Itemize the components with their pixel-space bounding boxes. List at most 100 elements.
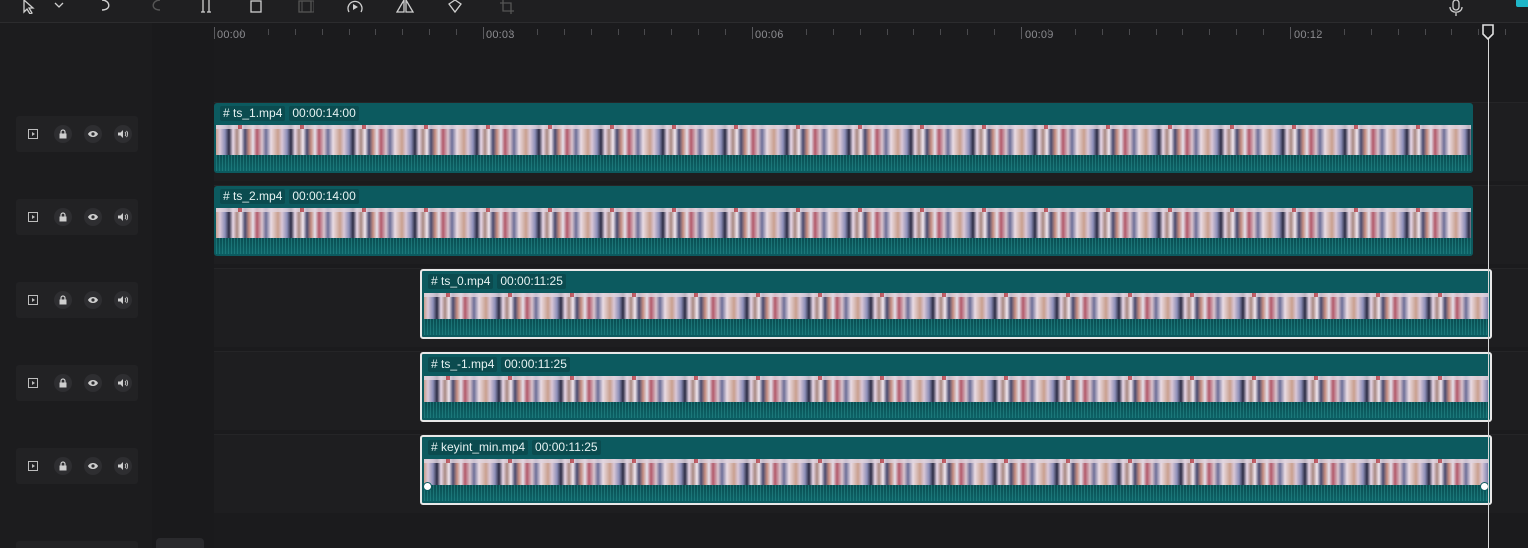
- ruler-tick: [564, 29, 565, 35]
- clip-audio-waveform: [216, 155, 1471, 171]
- lock-icon[interactable]: [54, 291, 72, 309]
- ruler-tick: [806, 29, 807, 35]
- ruler-tick: [1075, 29, 1076, 35]
- ruler-tick: [1156, 29, 1157, 35]
- ruler-major-tick: [483, 27, 484, 39]
- ruler-major-tick: [752, 27, 753, 39]
- lock-icon[interactable]: [54, 457, 72, 475]
- ruler-tick: [887, 29, 888, 35]
- ruler-tick: [913, 29, 914, 35]
- ruler-tick: [429, 29, 430, 35]
- video-track-icon[interactable]: [24, 125, 42, 143]
- lock-icon[interactable]: [54, 125, 72, 143]
- ruler-tick: [1048, 29, 1049, 35]
- ruler-tick: [322, 29, 323, 35]
- ruler-tick: [375, 29, 376, 35]
- clip-audio-waveform: [424, 402, 1488, 418]
- clip-audio-waveform: [216, 238, 1471, 254]
- split-icon[interactable]: [199, 0, 213, 16]
- time-ruler[interactable]: 00:00 00:03 00:06 00:09 00:12: [214, 23, 1528, 47]
- redo-icon[interactable]: [148, 0, 164, 16]
- track-header: [16, 199, 138, 235]
- crop-icon[interactable]: [500, 0, 514, 16]
- ruler-tick: [1263, 29, 1264, 35]
- eye-icon[interactable]: [84, 374, 102, 392]
- speaker-icon[interactable]: [114, 374, 132, 392]
- keyframe-handle-left[interactable]: [423, 482, 432, 491]
- ruler-tick: [1236, 29, 1237, 35]
- speaker-icon[interactable]: [114, 457, 132, 475]
- ruler-tick: [1182, 29, 1183, 35]
- freeze-frame-icon[interactable]: [298, 0, 314, 16]
- ruler-tick: [241, 29, 242, 35]
- ruler-major-tick: [214, 27, 215, 39]
- track-header-partial: [16, 541, 138, 548]
- clip-duration: 00:00:11:25: [497, 274, 566, 289]
- clip-filename: # keyint_min.mp4: [428, 440, 529, 455]
- rotate-icon[interactable]: [446, 0, 464, 16]
- ruler-tick: [779, 29, 780, 35]
- video-clip[interactable]: # ts_1.mp4 00:00:14:00: [214, 103, 1473, 173]
- ruler-tick: [860, 29, 861, 35]
- lock-icon[interactable]: [54, 208, 72, 226]
- ruler-major-tick: [1021, 27, 1022, 39]
- track-header: [16, 448, 138, 484]
- video-clip[interactable]: # ts_2.mp4 00:00:14:00: [214, 186, 1473, 256]
- clip-filename: # ts_2.mp4: [220, 189, 286, 204]
- timeline-toolbar: [0, 0, 1528, 23]
- delete-icon[interactable]: [249, 0, 263, 16]
- eye-icon[interactable]: [84, 125, 102, 143]
- clip-duration: 00:00:11:25: [532, 440, 601, 455]
- scrollbar-thumb[interactable]: [156, 538, 204, 548]
- ruler-label: 00:12: [1294, 29, 1323, 41]
- eye-icon[interactable]: [84, 208, 102, 226]
- speaker-icon[interactable]: [114, 291, 132, 309]
- mirror-icon[interactable]: [396, 0, 414, 16]
- video-clip[interactable]: # ts_0.mp4 00:00:11:25: [420, 269, 1492, 339]
- speaker-icon[interactable]: [114, 208, 132, 226]
- playhead-handle-icon[interactable]: [1482, 24, 1494, 41]
- clip-filename: # ts_0.mp4: [428, 274, 494, 289]
- speaker-icon[interactable]: [114, 125, 132, 143]
- ruler-tick: [1344, 29, 1345, 35]
- video-track-icon[interactable]: [24, 374, 42, 392]
- ruler-tick: [1478, 29, 1479, 35]
- ruler-tick: [1505, 29, 1506, 35]
- playhead-line[interactable]: [1488, 32, 1489, 548]
- eye-icon[interactable]: [84, 457, 102, 475]
- eye-icon[interactable]: [84, 291, 102, 309]
- ruler-label: 00:09: [1025, 29, 1054, 41]
- chevron-down-icon[interactable]: [54, 0, 64, 16]
- speed-icon[interactable]: [347, 0, 363, 16]
- undo-icon[interactable]: [98, 0, 114, 16]
- clip-duration: 00:00:11:25: [501, 357, 570, 372]
- video-track-icon[interactable]: [24, 291, 42, 309]
- video-track-icon[interactable]: [24, 457, 42, 475]
- ruler-tick: [1425, 29, 1426, 35]
- ruler-tick: [1129, 29, 1130, 35]
- microphone-icon[interactable]: [1449, 0, 1463, 16]
- ruler-tick: [1209, 29, 1210, 35]
- video-track-icon[interactable]: [24, 208, 42, 226]
- select-arrow-icon[interactable]: [22, 0, 38, 16]
- clip-audio-waveform: [424, 319, 1488, 335]
- video-clip[interactable]: # ts_-1.mp4 00:00:11:25: [420, 352, 1492, 422]
- clip-duration: 00:00:14:00: [289, 189, 359, 204]
- ruler-tick: [268, 29, 269, 35]
- clip-label: # ts_1.mp4 00:00:14:00: [220, 106, 359, 121]
- ruler-tick: [295, 29, 296, 35]
- clip-thumbnail-strip: [216, 125, 1471, 155]
- clip-filename: # ts_-1.mp4: [428, 357, 498, 372]
- ruler-tick: [725, 29, 726, 35]
- ruler-tick: [833, 29, 834, 35]
- ruler-tick: [537, 29, 538, 35]
- ruler-tick: [591, 29, 592, 35]
- ruler-tick: [644, 29, 645, 35]
- ruler-tick: [1451, 29, 1452, 35]
- ruler-tick: [698, 29, 699, 35]
- track-header: [16, 365, 138, 401]
- clip-thumbnail-strip: [216, 208, 1471, 238]
- ruler-tick: [1317, 29, 1318, 35]
- lock-icon[interactable]: [54, 374, 72, 392]
- video-clip[interactable]: # keyint_min.mp4 00:00:11:25: [420, 435, 1492, 505]
